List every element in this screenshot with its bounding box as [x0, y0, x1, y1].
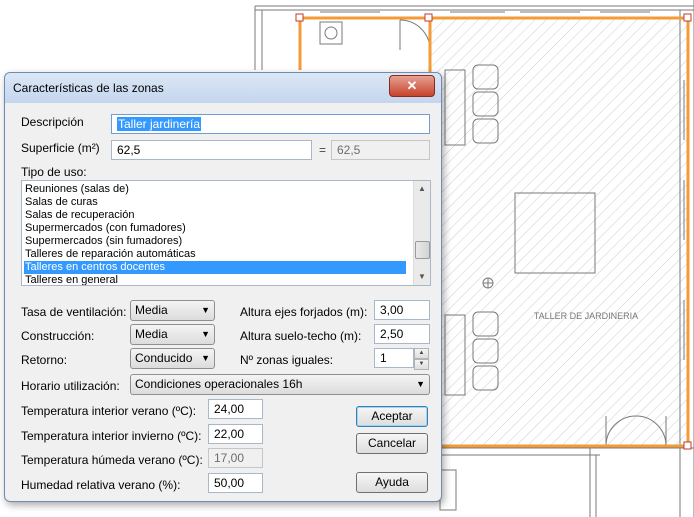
tasa-ventilacion-value: Media: [135, 303, 168, 317]
stepper-down-icon[interactable]: ▼: [414, 359, 429, 370]
close-icon: ✕: [406, 78, 418, 93]
cancelar-button[interactable]: Cancelar: [356, 433, 428, 454]
descripcion-input[interactable]: Taller jardinería: [111, 114, 430, 134]
list-item[interactable]: Supermercados (sin fumadores): [24, 235, 406, 248]
list-item[interactable]: Talleres en general: [24, 274, 406, 285]
temp-invierno-input[interactable]: 22,00: [208, 424, 263, 444]
construccion-value: Media: [135, 327, 168, 341]
stepper-up-icon[interactable]: ▲: [414, 348, 429, 359]
altura-ejes-input[interactable]: 3,00: [374, 300, 430, 320]
retorno-label: Retorno:: [21, 353, 68, 367]
zonas-iguales-label: Nº zonas iguales:: [240, 353, 334, 367]
retorno-value: Conducido: [135, 351, 193, 365]
chevron-down-icon: ▼: [201, 329, 210, 339]
dialog-title: Características de las zonas: [13, 81, 164, 95]
room-label: TALLER DE JARDINERIA: [534, 311, 638, 321]
superficie-computed: 62,5: [331, 140, 430, 160]
temp-invierno-label: Temperatura interior invierno (ºC):: [21, 429, 202, 443]
list-item[interactable]: Salas de recuperación: [24, 209, 406, 222]
superficie-label: Superficie (m²): [21, 141, 100, 155]
aceptar-button[interactable]: Aceptar: [356, 406, 428, 427]
equals-sign: =: [319, 143, 327, 157]
list-item[interactable]: Reuniones (salas de): [24, 183, 406, 196]
descripcion-value: Taller jardinería: [117, 117, 202, 131]
scroll-thumb[interactable]: [415, 241, 430, 259]
scroll-down-icon[interactable]: ▼: [415, 270, 429, 284]
zonas-iguales-stepper[interactable]: ▲ ▼: [414, 348, 429, 370]
zone-characteristics-dialog: Características de las zonas ✕ Descripci…: [4, 72, 442, 502]
chevron-down-icon: ▼: [201, 305, 210, 315]
horario-label: Horario utilización:: [21, 379, 120, 393]
temp-humeda-label: Temperatura húmeda verano (ºC):: [21, 453, 203, 467]
altura-suelo-label: Altura suelo-techo (m):: [240, 329, 362, 343]
humedad-label: Humedad relativa verano (%):: [21, 478, 181, 492]
scroll-up-icon[interactable]: ▲: [415, 182, 429, 196]
dialog-body: Descripción Taller jardinería Superficie…: [11, 103, 435, 495]
listbox-scrollbar[interactable]: ▲ ▼: [413, 181, 430, 285]
tipo-uso-label: Tipo de uso:: [21, 165, 87, 179]
list-item[interactable]: Salas de curas: [24, 196, 406, 209]
horario-select[interactable]: Condiciones operacionales 16h ▼: [130, 374, 430, 395]
altura-ejes-label: Altura ejes forjados (m):: [240, 305, 368, 319]
retorno-select[interactable]: Conducido ▼: [130, 348, 215, 369]
close-button[interactable]: ✕: [389, 75, 435, 97]
construccion-label: Construcción:: [21, 329, 95, 343]
zonas-iguales-input[interactable]: 1: [374, 348, 414, 368]
list-item[interactable]: Supermercados (con fumadores): [24, 222, 406, 235]
temp-verano-label: Temperatura interior verano (ºC):: [21, 404, 197, 418]
construccion-select[interactable]: Media ▼: [130, 324, 215, 345]
humedad-input[interactable]: 50,00: [208, 473, 263, 493]
descripcion-label: Descripción: [21, 115, 84, 129]
altura-suelo-input[interactable]: 2,50: [374, 324, 430, 344]
temp-verano-input[interactable]: 24,00: [208, 399, 263, 419]
chevron-down-icon: ▼: [416, 379, 425, 389]
list-item[interactable]: Talleres de reparación automáticas: [24, 248, 406, 261]
temp-humeda-input: 17,00: [208, 448, 263, 468]
horario-value: Condiciones operacionales 16h: [135, 377, 303, 391]
tipo-uso-listbox[interactable]: Reuniones (salas de) Salas de curas Sala…: [21, 180, 431, 286]
ayuda-button[interactable]: Ayuda: [356, 472, 428, 493]
tasa-ventilacion-select[interactable]: Media ▼: [130, 300, 215, 321]
list-item-selected[interactable]: Talleres en centros docentes: [24, 261, 406, 274]
chevron-down-icon: ▼: [201, 353, 210, 363]
tasa-ventilacion-label: Tasa de ventilación:: [21, 305, 127, 319]
dialog-titlebar[interactable]: Características de las zonas ✕: [5, 73, 441, 103]
superficie-input[interactable]: 62,5: [111, 140, 312, 160]
